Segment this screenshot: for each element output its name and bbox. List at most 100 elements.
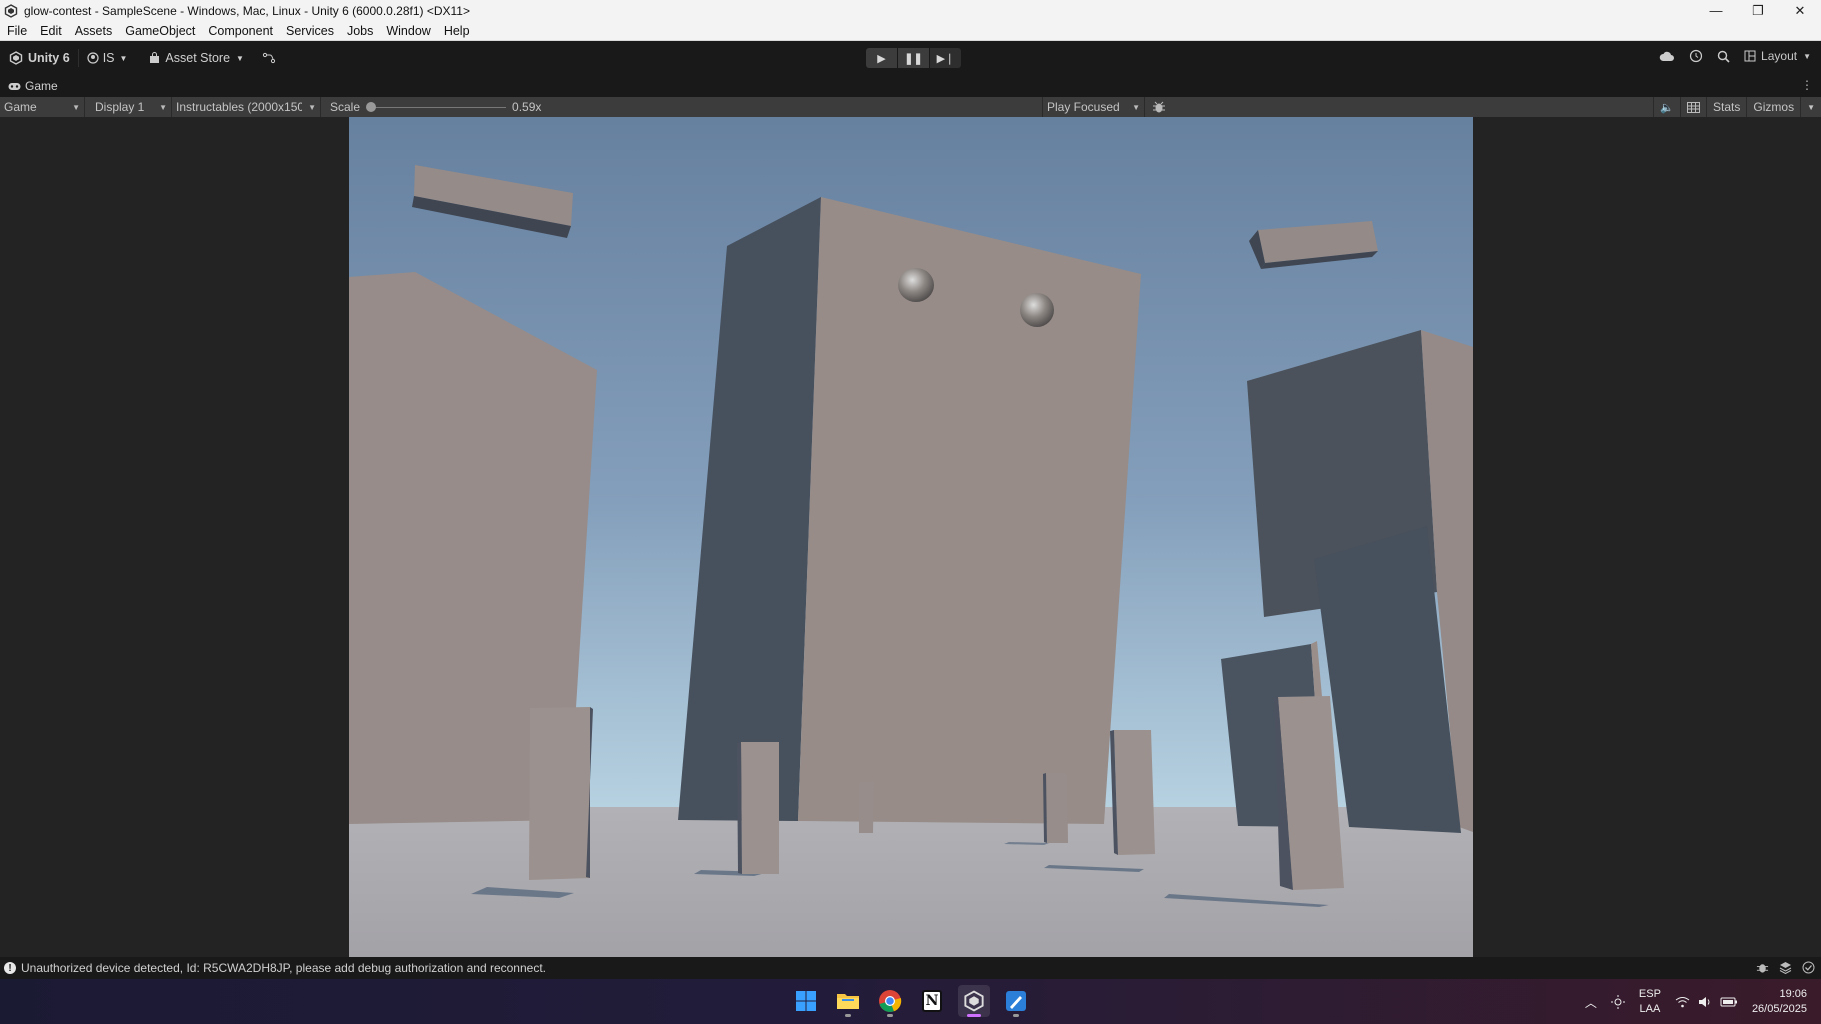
view-type-value: Game (4, 100, 37, 114)
unity-version-label: Unity 6 (28, 51, 70, 65)
unity-hub-icon (964, 990, 984, 1012)
active-indicator (967, 1014, 981, 1017)
start-button[interactable] (790, 985, 822, 1017)
toolbar-divider (77, 49, 79, 67)
kebab-menu-icon[interactable]: ⋮ (1801, 78, 1813, 92)
unity-account-button[interactable]: Unity 6 (9, 51, 70, 65)
chevron-down-icon: ▼ (1803, 51, 1811, 61)
stats-button[interactable]: Stats (1706, 97, 1746, 117)
taskbar-unity[interactable] (958, 985, 990, 1017)
chevron-down-icon: ▼ (1132, 102, 1140, 112)
layout-icon (1744, 50, 1756, 62)
debug-icon[interactable] (1756, 961, 1769, 974)
game-view-toolbar: Game ▼ Display 1 ▼ Instructables (2000x1… (0, 97, 1821, 117)
mute-audio-button[interactable]: 🔈 (1653, 97, 1680, 117)
central-tower-face (798, 197, 1141, 824)
scale-slider[interactable] (366, 97, 507, 117)
running-indicator (887, 1014, 893, 1017)
menu-help[interactable]: Help (444, 24, 470, 38)
bug-icon[interactable] (1152, 100, 1166, 114)
clock-time: 19:06 (1779, 988, 1807, 1000)
menu-component[interactable]: Component (208, 24, 273, 38)
chevron-down-icon: ▼ (308, 102, 316, 112)
menu-services[interactable]: Services (286, 24, 334, 38)
cloud-icon[interactable] (1659, 50, 1675, 62)
scale-slider-thumb[interactable] (366, 102, 377, 112)
window-title-bar: glow-contest - SampleScene - Windows, Ma… (0, 0, 1821, 21)
game-view (0, 117, 1821, 957)
maximize-button[interactable]: ❐ (1737, 0, 1779, 21)
account-label: IS (102, 51, 115, 65)
resolution-dropdown[interactable]: Instructables (2000x150( ▼ (172, 97, 321, 117)
scale-label: Scale (330, 100, 361, 114)
chrome-icon (879, 990, 902, 1013)
brightness-icon[interactable] (1610, 995, 1625, 1009)
small-pillar (1114, 730, 1155, 855)
os-taskbar: N ︿ ESP LAA 19:06 26/05/2025 (0, 979, 1821, 1024)
console-status-bar[interactable]: ! Unauthorized device detected, Id: R5CW… (0, 957, 1821, 979)
history-icon[interactable] (1689, 49, 1703, 63)
step-button[interactable]: ▶❘ (930, 48, 961, 68)
grid-toggle-button[interactable] (1680, 97, 1706, 117)
taskbar-file-explorer[interactable] (832, 985, 864, 1017)
menu-file[interactable]: File (7, 24, 27, 38)
small-pillar (859, 782, 874, 833)
search-icon[interactable] (1717, 50, 1730, 63)
scale-value: 0.59x (512, 100, 542, 114)
layers-icon[interactable] (1779, 961, 1792, 974)
display-dropdown[interactable]: Display 1 ▼ (91, 97, 172, 117)
playmode-controls: ▶ ❚❚ ▶❘ (866, 48, 961, 68)
status-message: Unauthorized device detected, Id: R5CWA2… (21, 961, 546, 975)
checkmark-circle-icon[interactable] (1802, 961, 1815, 974)
keyboard-layout: LAA (1639, 1003, 1661, 1015)
show-hidden-icons-chevron-icon[interactable]: ︿ (1585, 994, 1597, 1011)
unity-app-icon (4, 3, 18, 18)
account-dropdown[interactable]: IS ▼ (87, 51, 128, 65)
input-language[interactable]: ESP LAA (1639, 987, 1661, 1017)
layout-dropdown[interactable]: Layout ▼ (1744, 49, 1811, 63)
volume-icon[interactable] (1698, 996, 1712, 1008)
user-icon (87, 52, 99, 64)
gizmos-dropdown[interactable]: ▼ (1800, 97, 1821, 117)
menu-gameobject[interactable]: GameObject (125, 24, 195, 38)
asset-store-dropdown[interactable]: Asset Store ▼ (149, 51, 244, 65)
resolution-value: Instructables (2000x150( (176, 100, 303, 114)
gizmos-button[interactable]: Gizmos (1746, 97, 1800, 117)
view-type-dropdown[interactable]: Game ▼ (0, 97, 85, 117)
play-button[interactable]: ▶ (866, 48, 897, 68)
branch-icon (262, 52, 276, 64)
taskbar-chrome[interactable] (874, 985, 906, 1017)
chevron-down-icon: ▼ (1807, 102, 1815, 112)
taskbar-notion[interactable]: N (916, 985, 948, 1017)
chevron-down-icon: ▼ (159, 102, 167, 112)
menu-window[interactable]: Window (386, 24, 430, 38)
main-toolbar: Unity 6 IS ▼ Asset Store ▼ ▶ ❚❚ ▶❘ Layou… (0, 41, 1821, 75)
system-clock[interactable]: 19:06 26/05/2025 (1752, 987, 1807, 1017)
scale-slider-track (370, 107, 507, 108)
clock-date: 26/05/2025 (1751, 1003, 1807, 1015)
close-button[interactable]: ✕ (1779, 0, 1821, 21)
windows-logo-icon (796, 991, 816, 1011)
tab-game[interactable]: Game (0, 75, 66, 97)
sphere (898, 268, 934, 302)
game-viewport[interactable] (349, 117, 1473, 957)
system-tray: ︿ ESP LAA 19:06 26/05/2025 (1585, 987, 1807, 1017)
taskbar-visual-studio[interactable] (1000, 985, 1032, 1017)
sphere (1020, 293, 1054, 327)
minimize-button[interactable]: — (1695, 0, 1737, 21)
menu-edit[interactable]: Edit (40, 24, 62, 38)
chevron-down-icon: ▼ (119, 53, 128, 63)
folder-icon (837, 994, 859, 1009)
window-title: glow-contest - SampleScene - Windows, Ma… (24, 3, 470, 18)
editor-tab-bar: Game ⋮ (0, 75, 1821, 97)
menu-jobs[interactable]: Jobs (347, 24, 373, 38)
play-mode-value: Play Focused (1047, 100, 1120, 114)
play-mode-dropdown[interactable]: Play Focused ▼ (1042, 97, 1145, 117)
pause-button[interactable]: ❚❚ (898, 48, 929, 68)
wifi-icon[interactable] (1675, 996, 1690, 1008)
menu-assets[interactable]: Assets (75, 24, 113, 38)
menu-bar: File Edit Assets GameObject Component Se… (0, 21, 1821, 41)
version-control-button[interactable] (262, 52, 276, 64)
battery-icon[interactable] (1720, 996, 1738, 1008)
step-icon: ▶❘ (936, 52, 955, 65)
